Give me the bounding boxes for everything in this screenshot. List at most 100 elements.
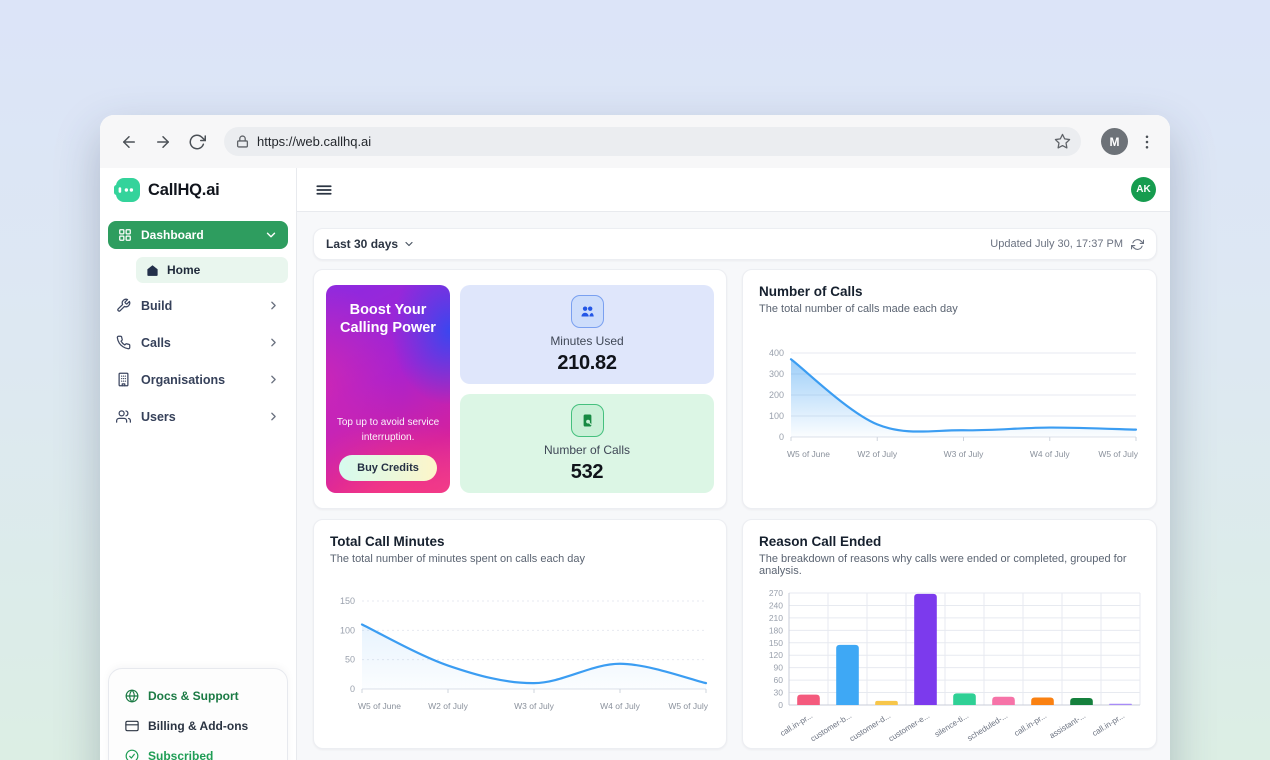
sidebar-item-users[interactable]: Users: [108, 398, 288, 435]
svg-text:W5 of July: W5 of July: [1098, 449, 1138, 459]
sidebar: CallHQ.ai Dashboard Home Build: [100, 168, 297, 760]
chevron-right-icon: [267, 299, 280, 312]
app-topbar: AK: [297, 168, 1170, 212]
svg-text:300: 300: [769, 369, 784, 379]
forward-button[interactable]: [146, 125, 180, 159]
dashboard-grid-icon: [118, 228, 132, 242]
sidebar-item-subscribed[interactable]: Subscribed: [125, 741, 271, 760]
svg-text:400: 400: [769, 348, 784, 358]
chart-subtitle: The total number of calls made each day: [759, 303, 1140, 315]
main-area: AK Last 30 days Updated July 30, 17:37 P…: [297, 168, 1170, 760]
svg-text:customer-b...: customer-b...: [809, 711, 853, 743]
sidebar-item-label: Billing & Add-ons: [148, 719, 248, 733]
arrow-right-icon: [154, 133, 172, 151]
svg-text:150: 150: [769, 638, 783, 648]
calls-icon-box: [571, 404, 604, 437]
chart-subtitle: The total number of minutes spent on cal…: [330, 553, 710, 565]
svg-text:customer-d...: customer-d...: [848, 711, 892, 743]
stat-value: 210.82: [557, 352, 616, 375]
svg-text:W5 of July: W5 of July: [668, 701, 708, 711]
svg-text:150: 150: [340, 596, 355, 606]
dashboard-row-1: Boost Your Calling Power Top up to avoid…: [313, 269, 1157, 509]
browser-window: https://web.callhq.ai M CallHQ.ai: [100, 115, 1170, 760]
credit-card-icon: [125, 719, 139, 733]
svg-text:100: 100: [769, 411, 784, 421]
svg-text:W4 of July: W4 of July: [600, 701, 640, 711]
building-icon: [116, 372, 131, 387]
stat-value: 532: [571, 461, 603, 484]
hamburger-menu-icon[interactable]: [315, 181, 333, 199]
buy-credits-button[interactable]: Buy Credits: [339, 455, 437, 481]
svg-text:90: 90: [774, 663, 784, 673]
svg-text:W5 of June: W5 of June: [358, 701, 401, 711]
promo-subtitle: Top up to avoid service interruption.: [336, 415, 440, 445]
address-bar[interactable]: https://web.callhq.ai: [224, 127, 1081, 156]
chart-title: Number of Calls: [759, 284, 1140, 299]
updated-label: Updated July 30, 17:37 PM: [990, 238, 1123, 250]
sidebar-item-build[interactable]: Build: [108, 287, 288, 324]
dashboard-content: Last 30 days Updated July 30, 17:37 PM B…: [297, 212, 1170, 760]
reason-call-ended-card: Reason Call Ended The breakdown of reaso…: [742, 519, 1157, 749]
reload-button[interactable]: [180, 125, 214, 159]
refresh-icon[interactable]: [1131, 238, 1144, 251]
arrow-left-icon: [120, 133, 138, 151]
sidebar-nav: Dashboard Home Build Calls: [100, 212, 296, 435]
stat-label: Minutes Used: [550, 334, 623, 348]
svg-text:0: 0: [778, 700, 783, 710]
sidebar-item-home[interactable]: Home: [136, 257, 288, 283]
sidebar-footer-card: Docs & Support Billing & Add-ons Subscri…: [108, 668, 288, 760]
reason-call-ended-chart: 0306090120150180210240270call.in-pr...cu…: [759, 585, 1142, 749]
app-root: CallHQ.ai Dashboard Home Build: [100, 168, 1170, 760]
sidebar-item-label: Subscribed: [148, 749, 213, 760]
filter-bar: Last 30 days Updated July 30, 17:37 PM: [313, 228, 1157, 260]
svg-text:60: 60: [774, 675, 784, 685]
svg-text:270: 270: [769, 588, 783, 598]
dashboard-row-2: Total Call Minutes The total number of m…: [313, 519, 1157, 749]
browser-menu-icon[interactable]: [1138, 133, 1156, 151]
number-of-calls-card: Number of Calls The total number of call…: [742, 269, 1157, 509]
back-button[interactable]: [112, 125, 146, 159]
chevron-right-icon: [267, 373, 280, 386]
svg-text:120: 120: [769, 650, 783, 660]
sidebar-item-label: Dashboard: [141, 228, 204, 242]
chart-title: Total Call Minutes: [330, 534, 710, 549]
svg-text:100: 100: [340, 625, 355, 635]
phonebook-icon: [579, 412, 596, 429]
chart-subtitle: The breakdown of reasons why calls were …: [759, 553, 1140, 577]
chevron-right-icon: [267, 410, 280, 423]
browser-profile-avatar[interactable]: M: [1101, 128, 1128, 155]
sidebar-item-label: Build: [141, 299, 172, 313]
svg-text:customer-e...: customer-e...: [887, 711, 931, 743]
svg-text:call.in-pr...: call.in-pr...: [1013, 711, 1049, 738]
sidebar-item-organisations[interactable]: Organisations: [108, 361, 288, 398]
updated-status: Updated July 30, 17:37 PM: [990, 238, 1144, 251]
svg-text:0: 0: [350, 684, 355, 694]
promo-card: Boost Your Calling Power Top up to avoid…: [326, 285, 450, 493]
minutes-used-icon-box: [571, 295, 604, 328]
chevron-down-icon: [403, 238, 415, 250]
svg-text:50: 50: [345, 655, 355, 665]
sidebar-item-billing[interactable]: Billing & Add-ons: [125, 711, 271, 741]
total-call-minutes-card: Total Call Minutes The total number of m…: [313, 519, 727, 749]
overview-card: Boost Your Calling Power Top up to avoid…: [313, 269, 727, 509]
svg-text:180: 180: [769, 625, 783, 635]
sidebar-item-label: Home: [167, 263, 200, 277]
date-range-dropdown[interactable]: Last 30 days: [326, 237, 415, 251]
number-of-calls-tile: Number of Calls 532: [460, 394, 714, 493]
sidebar-item-label: Docs & Support: [148, 689, 239, 703]
svg-text:200: 200: [769, 390, 784, 400]
svg-text:0: 0: [779, 432, 784, 442]
svg-text:W3 of July: W3 of July: [944, 449, 984, 459]
svg-text:240: 240: [769, 600, 783, 610]
url-text: https://web.callhq.ai: [257, 134, 1054, 149]
sidebar-item-calls[interactable]: Calls: [108, 324, 288, 361]
bookmark-star-icon[interactable]: [1054, 133, 1071, 150]
chart-title: Reason Call Ended: [759, 534, 1140, 549]
svg-text:W2 of July: W2 of July: [857, 449, 897, 459]
svg-text:W2 of July: W2 of July: [428, 701, 468, 711]
sidebar-item-dashboard[interactable]: Dashboard: [108, 221, 288, 249]
sidebar-item-docs-support[interactable]: Docs & Support: [125, 681, 271, 711]
user-avatar[interactable]: AK: [1131, 177, 1156, 202]
browser-toolbar: https://web.callhq.ai M: [100, 115, 1170, 168]
svg-text:call.in-pr...: call.in-pr...: [1091, 711, 1127, 738]
